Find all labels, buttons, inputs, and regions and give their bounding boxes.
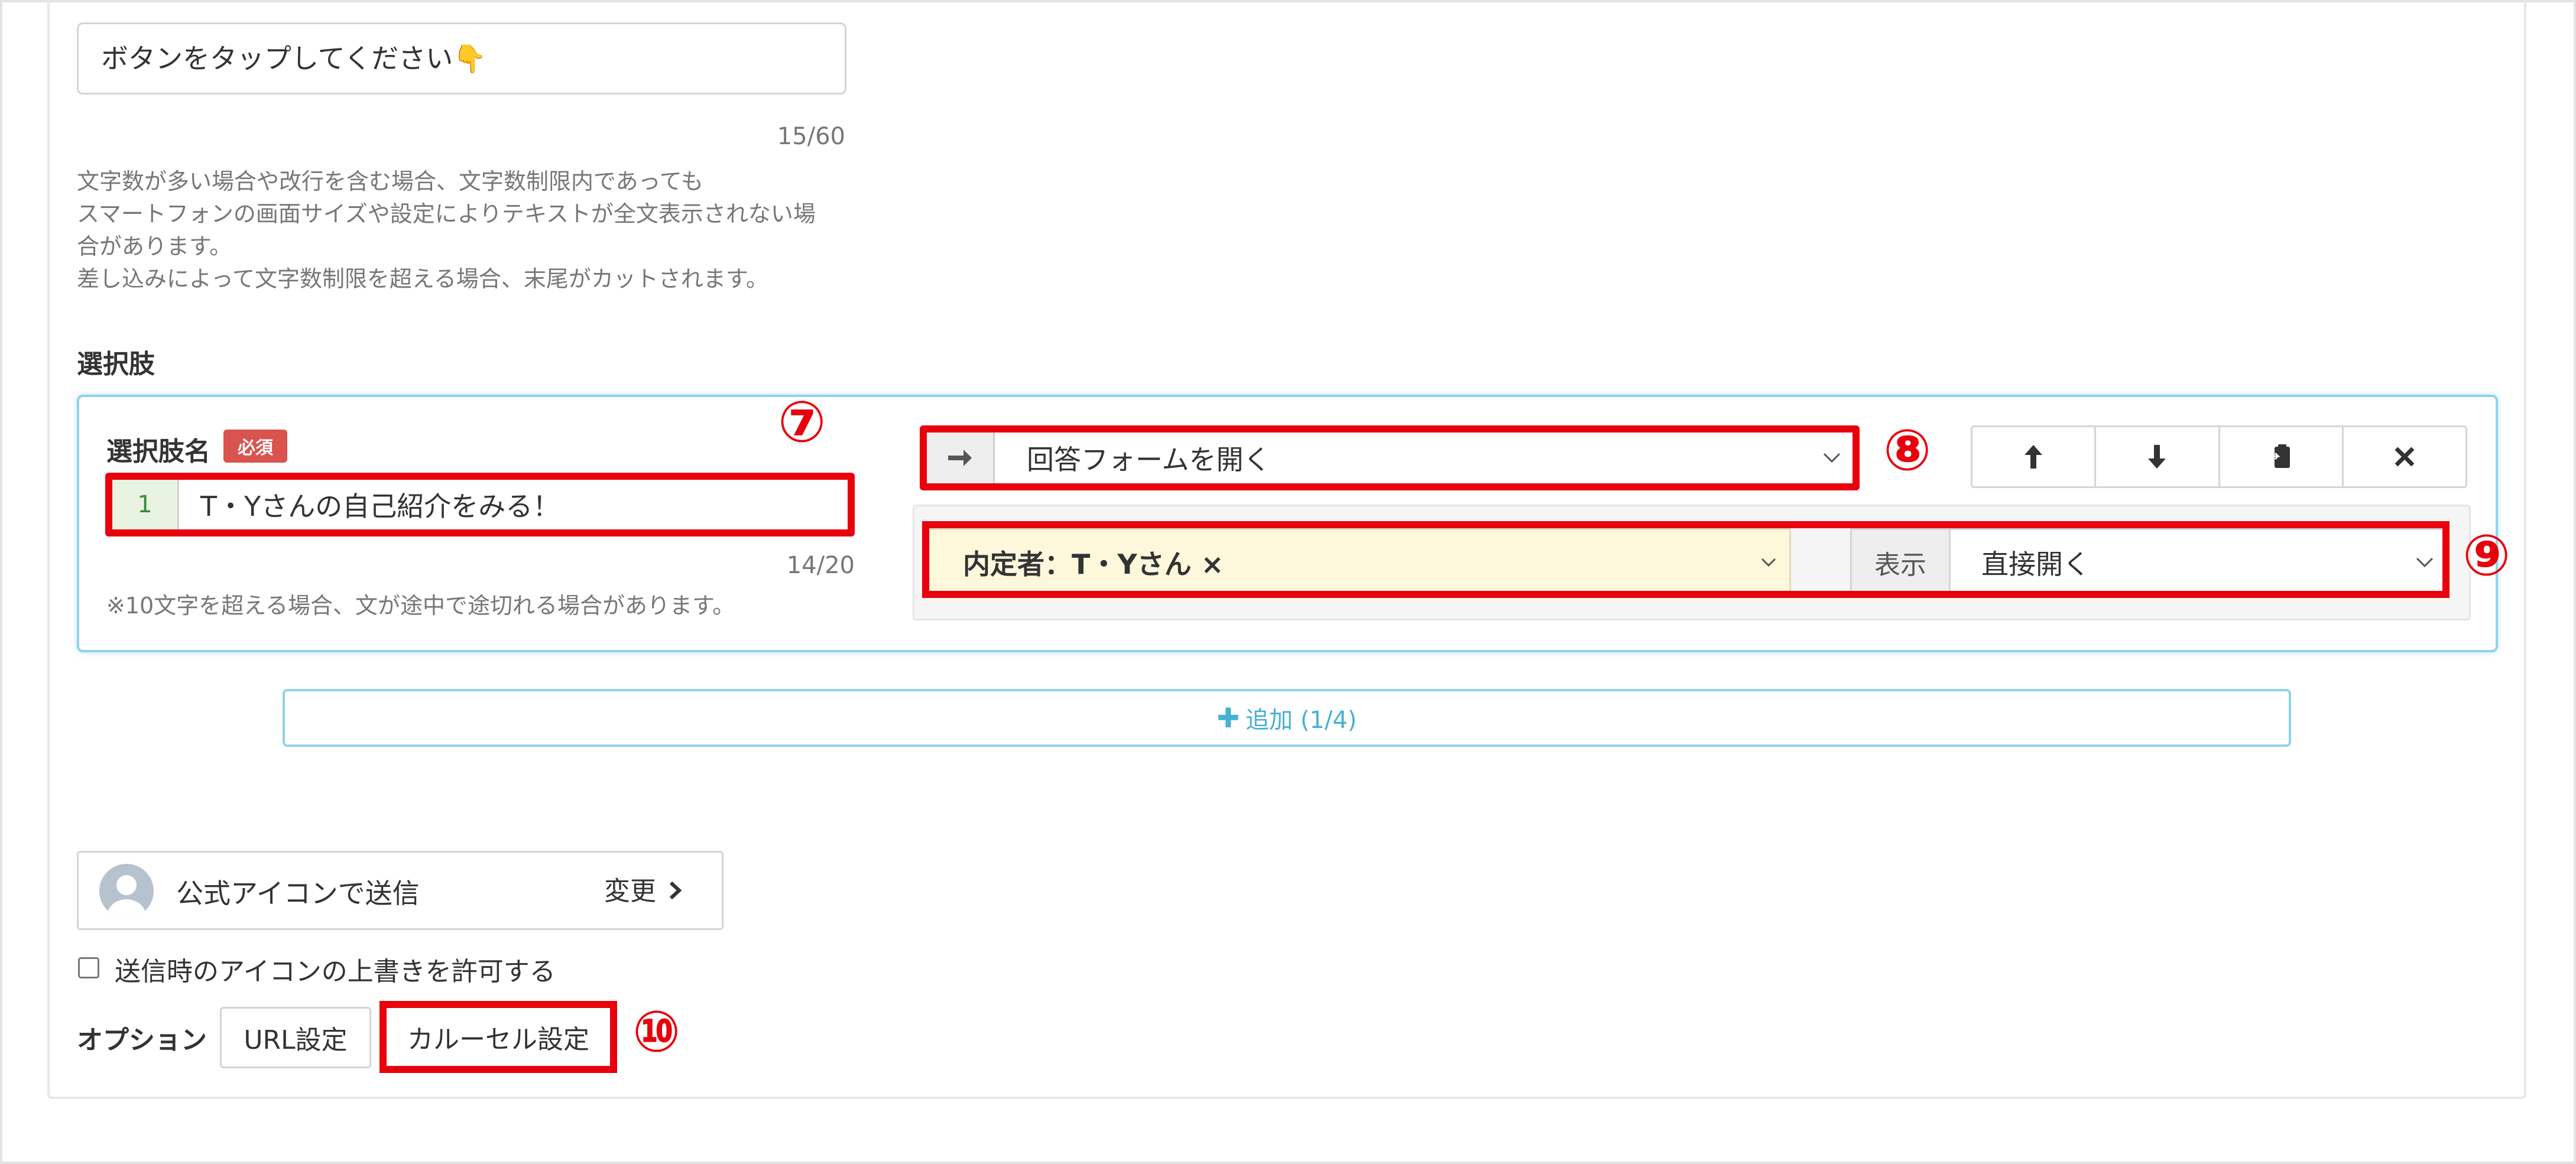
sender-label: 公式アイコンで送信 [176, 877, 420, 909]
action-select-value: 回答フォームを開く [1027, 444, 1271, 476]
move-down-button[interactable] [2094, 427, 2218, 486]
change-sender-button[interactable]: 変更 [604, 870, 682, 908]
chevron-right-icon [669, 876, 682, 906]
highlight-box-9 [922, 521, 2450, 598]
message-input[interactable]: ボタンをタップしてください👇 [77, 22, 846, 95]
arrow-right-icon [927, 433, 995, 483]
help-line: 合があります。 [77, 233, 232, 259]
help-line: 文字数が多い場合や改行を含む場合、文字数制限内であっても [77, 168, 703, 194]
help-text: 文字数が多い場合や改行を含む場合、文字数制限内であっても スマートフォンの画面サ… [77, 165, 869, 295]
choice-name-label: 選択肢名 [106, 437, 210, 467]
annotation-7: ⑦ [778, 389, 826, 455]
close-icon [2395, 447, 2415, 467]
override-icon-label: 送信時のアイコンの上書きを許可する [115, 957, 556, 987]
move-up-button[interactable] [1972, 427, 2094, 486]
copy-icon [2269, 444, 2290, 468]
help-line: スマートフォンの画面サイズや設定によりテキストが全文表示されない場 [77, 201, 816, 227]
add-choice-label: 追加 (1/4) [1245, 707, 1357, 734]
choice-controls [1971, 425, 2467, 488]
annotation-9: ⑨ [2463, 522, 2511, 588]
copy-button[interactable] [2218, 427, 2342, 486]
arrow-up-icon [2025, 445, 2043, 469]
choice-name-value: T・Yさんの自己紹介をみる！ [200, 490, 560, 522]
carousel-settings-button[interactable]: カルーセル設定 [379, 1001, 617, 1073]
help-line: 差し込みによって文字数制限を超える場合、末尾がカットされます。 [77, 266, 769, 292]
add-choice-button[interactable]: ✚ 追加 (1/4) [283, 689, 2291, 747]
chevron-down-icon [1811, 433, 1852, 483]
message-value: ボタンをタップしてください👇 [101, 43, 487, 74]
action-select[interactable]: 回答フォームを開く [920, 425, 1860, 490]
choices-section-title: 選択肢 [77, 349, 155, 379]
choice-number: 1 [112, 480, 179, 529]
annotation-10: ⑩ [632, 999, 681, 1065]
avatar [99, 864, 154, 918]
message-counter: 15/60 [777, 123, 845, 150]
url-settings-button[interactable]: URL設定 [220, 1007, 371, 1068]
choice-name-note: ※10文字を超える場合、文が途中で途切れる場合があります。 [106, 593, 735, 619]
change-label: 変更 [604, 876, 656, 906]
options-label: オプション [77, 1025, 207, 1055]
delete-button[interactable] [2341, 427, 2465, 486]
override-icon-checkbox[interactable] [78, 957, 99, 978]
plus-icon: ✚ [1216, 702, 1240, 734]
choice-name-input[interactable]: 1 T・Yさんの自己紹介をみる！ [105, 473, 855, 537]
choice-name-counter: 14/20 [786, 552, 855, 579]
arrow-down-icon [2148, 445, 2166, 469]
required-badge: 必須 [223, 430, 287, 463]
annotation-8: ⑧ [1883, 417, 1932, 483]
